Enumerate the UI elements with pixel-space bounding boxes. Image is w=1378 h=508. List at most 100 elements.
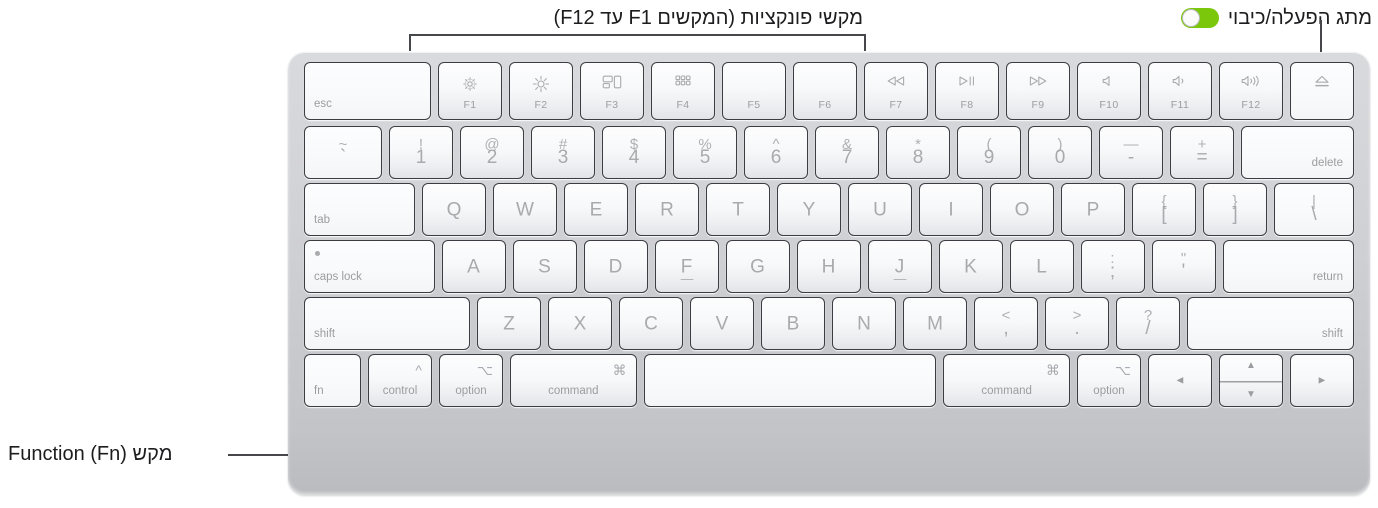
- key-key-v[interactable]: V: [690, 297, 754, 350]
- key-digit-1[interactable]: ! 1: [389, 126, 453, 179]
- key-digit-8[interactable]: * 8: [886, 126, 950, 179]
- bracket-right-tick: [864, 34, 866, 51]
- key-period[interactable]: >.: [1045, 297, 1109, 350]
- key-digit-0[interactable]: ) 0: [1028, 126, 1092, 179]
- key-key-g[interactable]: G: [725, 240, 790, 293]
- number-row: ~ `! 1 @2 #3 $4% 5 ^ 6 & 7 * 8(9) 0— - + = delete: [304, 126, 1354, 179]
- key-arrow-left[interactable]: ◄: [1147, 354, 1212, 407]
- key-letter: M: [927, 313, 943, 334]
- brightness-down-icon: [439, 75, 501, 93]
- key-key-i[interactable]: I: [919, 183, 983, 236]
- mute-icon: [1078, 75, 1140, 87]
- key-f10[interactable]: F10: [1077, 62, 1141, 120]
- annotation-fn-key: מקש Function (Fn): [8, 443, 173, 465]
- key-tab[interactable]: tab: [304, 183, 415, 236]
- play-pause-icon: [936, 75, 998, 87]
- key-command-left[interactable]: command ⌘: [510, 354, 637, 407]
- home-row: caps lock A S D F G H J K L:; " ' return: [304, 240, 1354, 293]
- key-key-s[interactable]: S: [512, 240, 577, 293]
- key-letter: N: [857, 313, 871, 334]
- key-key-m[interactable]: M: [903, 297, 967, 350]
- key-key-z[interactable]: Z: [477, 297, 541, 350]
- key-key-e[interactable]: E: [564, 183, 628, 236]
- key-key-y[interactable]: Y: [777, 183, 841, 236]
- key-f4[interactable]: F4: [651, 62, 715, 120]
- key-key-j[interactable]: J: [867, 240, 932, 293]
- key-digit-9[interactable]: (9: [957, 126, 1021, 179]
- key-arrow-right[interactable]: ►: [1289, 354, 1354, 407]
- eject-icon: [1291, 75, 1353, 88]
- key-key-p[interactable]: P: [1061, 183, 1125, 236]
- fkey-label: F7: [889, 98, 903, 111]
- key-key-t[interactable]: T: [706, 183, 770, 236]
- key-key-k[interactable]: K: [938, 240, 1003, 293]
- key-lower-glyph: 8: [912, 147, 924, 168]
- key-key-o[interactable]: O: [990, 183, 1054, 236]
- key-caps-lock[interactable]: caps lock: [304, 240, 435, 293]
- key-backslash[interactable]: | \: [1274, 183, 1354, 236]
- key-key-w[interactable]: W: [493, 183, 557, 236]
- key-command-right[interactable]: command ⌘: [943, 354, 1070, 407]
- key-esc[interactable]: esc: [304, 62, 431, 120]
- homing-bar: [893, 278, 906, 280]
- key-key-n[interactable]: N: [832, 297, 896, 350]
- key-f8[interactable]: F8: [935, 62, 999, 120]
- key-option-left[interactable]: option ⌥: [439, 354, 503, 407]
- volume-up-icon: [1220, 75, 1282, 87]
- key-key-f[interactable]: F: [654, 240, 719, 293]
- key-arrow-updown[interactable]: ▲ ▼: [1218, 354, 1283, 407]
- fkey-label: F10: [1099, 98, 1119, 111]
- key-key-r[interactable]: R: [635, 183, 699, 236]
- key-key-a[interactable]: A: [441, 240, 506, 293]
- key-f11[interactable]: F11: [1148, 62, 1212, 120]
- key-f9[interactable]: F9: [1006, 62, 1070, 120]
- key-delete[interactable]: delete: [1241, 126, 1354, 179]
- annotation-power-label: מתג הפעלה/כיבוי: [1227, 7, 1372, 29]
- key-digit-7[interactable]: & 7: [815, 126, 879, 179]
- key-key-d[interactable]: D: [583, 240, 648, 293]
- key-equals[interactable]: + =: [1170, 126, 1234, 179]
- key-f1[interactable]: F1: [438, 62, 502, 120]
- key-control-left[interactable]: control ^: [368, 354, 432, 407]
- key-minus[interactable]: — -: [1099, 126, 1163, 179]
- key-digit-2[interactable]: @2: [460, 126, 524, 179]
- key-bracket-left[interactable]: {[: [1132, 183, 1196, 236]
- key-key-b[interactable]: B: [761, 297, 825, 350]
- volume-down-icon: [1149, 75, 1211, 87]
- mission-control-icon: [581, 75, 643, 89]
- key-key-h[interactable]: H: [796, 240, 861, 293]
- key-lower-glyph: 4: [628, 147, 640, 168]
- key-grave[interactable]: ~ `: [304, 126, 382, 179]
- key-key-x[interactable]: X: [548, 297, 612, 350]
- key-f2[interactable]: F2: [509, 62, 573, 120]
- key-return[interactable]: return: [1222, 240, 1354, 293]
- key-f5[interactable]: F5: [722, 62, 786, 120]
- key-digit-3[interactable]: #3: [531, 126, 595, 179]
- key-shift-left[interactable]: shift: [304, 297, 470, 350]
- key-option-right[interactable]: option ⌥: [1076, 354, 1141, 407]
- key-key-q[interactable]: Q: [422, 183, 486, 236]
- key-f7[interactable]: F7: [864, 62, 928, 120]
- key-space[interactable]: [643, 354, 937, 407]
- key-eject[interactable]: [1290, 62, 1354, 120]
- key-shift-right[interactable]: shift: [1187, 297, 1354, 350]
- key-f3[interactable]: F3: [580, 62, 644, 120]
- key-f6[interactable]: F6: [793, 62, 857, 120]
- key-letter: D: [608, 256, 623, 277]
- key-key-u[interactable]: U: [848, 183, 912, 236]
- key-fn[interactable]: fn: [304, 354, 361, 407]
- key-lower-glyph: 7: [841, 147, 853, 168]
- key-f12[interactable]: F12: [1219, 62, 1283, 120]
- key-digit-6[interactable]: ^ 6: [744, 126, 808, 179]
- key-label: tab: [314, 213, 330, 226]
- key-key-l[interactable]: L: [1009, 240, 1074, 293]
- key-semicolon[interactable]: :;: [1080, 240, 1145, 293]
- key-comma[interactable]: <,: [974, 297, 1038, 350]
- key-quote[interactable]: " ': [1151, 240, 1216, 293]
- key-slash[interactable]: ? /: [1116, 297, 1180, 350]
- key-bracket-right[interactable]: }]: [1203, 183, 1267, 236]
- fkey-label: F5: [747, 98, 761, 111]
- key-key-c[interactable]: C: [619, 297, 683, 350]
- key-digit-4[interactable]: $4: [602, 126, 666, 179]
- key-digit-5[interactable]: % 5: [673, 126, 737, 179]
